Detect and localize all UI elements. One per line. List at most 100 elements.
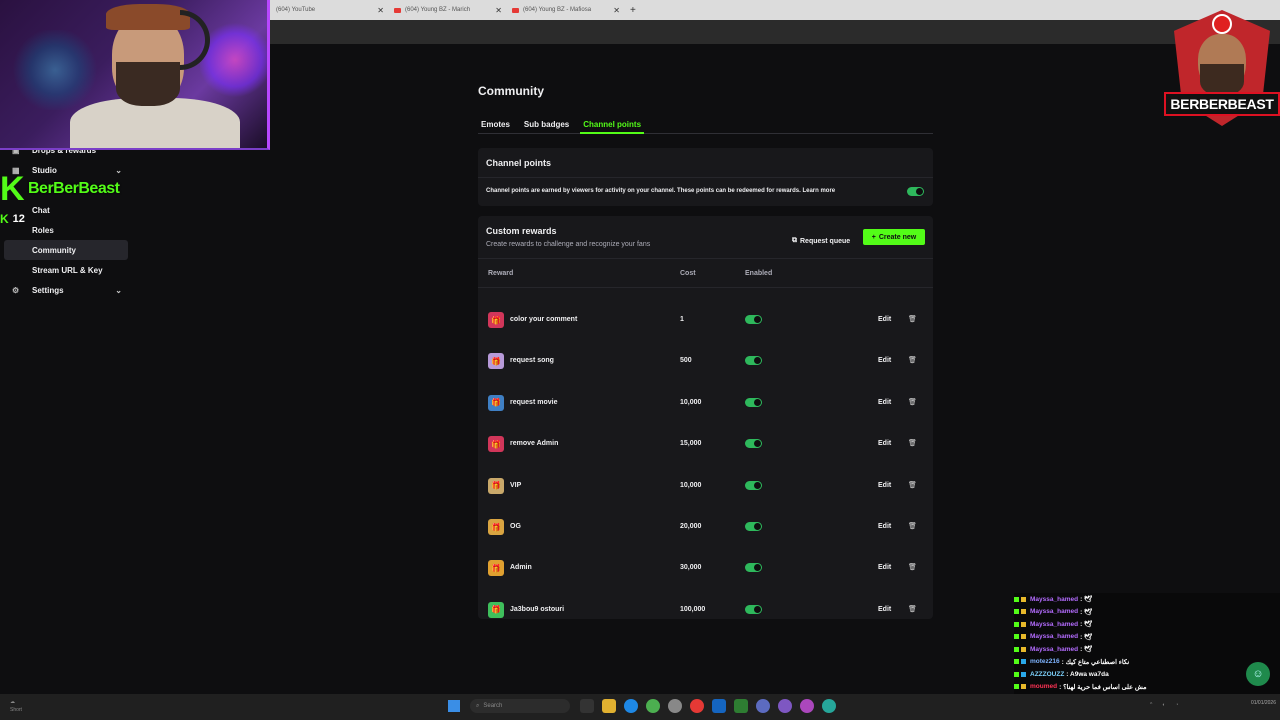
mail-icon[interactable]: [712, 699, 726, 713]
sidebar-item-label: Settings: [32, 285, 64, 295]
sidebar-item-community[interactable]: Community: [4, 240, 128, 260]
reward-row: 🎁 Admin 30,000 Edit 🗑: [478, 548, 933, 589]
reward-gift-icon: 🎁: [488, 601, 504, 618]
chat-message: Mayssa_hamed: 🕊: [1014, 630, 1280, 643]
reward-cost: 500: [680, 357, 692, 365]
app-icon[interactable]: [778, 699, 792, 713]
tab-channel-points[interactable]: Channel points: [580, 116, 645, 134]
logo-banner: BERBERBEAST: [1164, 92, 1280, 116]
reward-enabled-toggle[interactable]: [745, 480, 762, 490]
chevron-up-icon[interactable]: ^: [1150, 702, 1152, 708]
chat-username[interactable]: Mayssa_hamed: [1030, 621, 1078, 628]
badge-icon: [1021, 621, 1026, 627]
chat-username[interactable]: Mayssa_hamed: [1030, 596, 1078, 603]
create-new-label: Create new: [878, 233, 917, 241]
edge-icon[interactable]: [624, 699, 638, 713]
reward-enabled-toggle[interactable]: [745, 563, 762, 573]
reward-enabled-toggle[interactable]: [745, 315, 762, 324]
browser-tab[interactable]: (604) YouTube ✕: [270, 0, 388, 20]
discord-icon[interactable]: [756, 699, 770, 713]
tab-sub-badges[interactable]: Sub badges: [521, 116, 572, 134]
browser-tab[interactable]: (604) Young BZ - Marich ✕: [388, 0, 506, 20]
chat-message: moumed: مش على اساس فما حرية لهنا؟: [1014, 680, 1280, 693]
chat-username[interactable]: Mayssa_hamed: [1030, 633, 1078, 640]
edit-button[interactable]: Edit: [878, 399, 891, 406]
edit-button[interactable]: Edit: [878, 564, 891, 571]
reward-enabled-toggle[interactable]: [745, 356, 762, 366]
chat-message: Mayssa_hamed: 🕊: [1014, 605, 1280, 618]
reward-enabled-toggle[interactable]: [745, 397, 762, 407]
close-icon[interactable]: ✕: [495, 6, 502, 15]
badge-icon: [1014, 646, 1019, 652]
request-queue-button[interactable]: ⧉ Request queue: [792, 233, 850, 249]
edit-button[interactable]: Edit: [878, 606, 891, 613]
chat-text: : A9wa wa7da: [1066, 670, 1109, 678]
reward-enabled-toggle[interactable]: [745, 522, 762, 531]
close-icon[interactable]: ✕: [377, 6, 384, 15]
sidebar-item-settings[interactable]: ⚙ Settings ⌄: [4, 280, 128, 300]
chat-text: : 🕊: [1080, 633, 1093, 641]
page-tabs: Emotes Sub badges Channel points: [478, 116, 933, 134]
folder-icon[interactable]: [602, 699, 616, 713]
trash-icon[interactable]: 🗑: [908, 356, 917, 364]
trash-icon[interactable]: 🗑: [908, 522, 917, 530]
edit-button[interactable]: Edit: [878, 316, 891, 323]
edit-button[interactable]: Edit: [878, 482, 891, 489]
create-new-button[interactable]: + Create new: [863, 229, 925, 245]
taskbar-search[interactable]: ⌕ Search: [470, 699, 570, 713]
chat-username[interactable]: Mayssa_hamed: [1030, 646, 1078, 653]
file-explorer-icon[interactable]: [580, 699, 594, 713]
chat-username[interactable]: AZZZOUZZ: [1030, 671, 1064, 678]
channel-points-card: Channel points Channel points are earned…: [478, 148, 933, 206]
app-icon[interactable]: [690, 699, 704, 713]
trash-icon[interactable]: 🗑: [908, 605, 917, 613]
badge-icon: [1021, 684, 1026, 690]
reward-row: 🎁 Ja3bou9 ostouri 100,000 Edit 🗑: [478, 590, 933, 631]
divider: [478, 258, 933, 259]
reward-gift-icon: 🎁: [488, 477, 504, 494]
channel-points-toggle[interactable]: [907, 187, 924, 196]
chrome-icon[interactable]: [646, 699, 660, 713]
app-icon[interactable]: [734, 699, 748, 713]
chevron-down-icon: ⌄: [115, 285, 122, 295]
app-icon[interactable]: [822, 699, 836, 713]
column-header-enabled: Enabled: [745, 270, 773, 277]
chat-username[interactable]: moumed: [1030, 683, 1057, 690]
trash-icon[interactable]: 🗑: [908, 398, 917, 406]
close-icon[interactable]: ✕: [613, 6, 620, 15]
network-icon[interactable]: ◐: [1162, 702, 1165, 708]
app-icon[interactable]: [800, 699, 814, 713]
volume-icon[interactable]: ◔: [1175, 702, 1178, 708]
edit-button[interactable]: Edit: [878, 523, 891, 530]
reward-enabled-toggle[interactable]: [745, 604, 762, 614]
trash-icon[interactable]: 🗑: [908, 563, 917, 571]
tab-title: (604) Young BZ - Marich: [405, 7, 471, 13]
trash-icon[interactable]: 🗑: [908, 315, 917, 323]
reward-cost: 10,000: [680, 398, 702, 406]
reward-name: Ja3bou9 ostouri: [510, 605, 565, 613]
reward-row: 🎁 request movie 10,000 Edit 🗑: [478, 383, 933, 424]
trash-icon[interactable]: 🗑: [908, 481, 917, 489]
card-title: Custom rewards: [486, 226, 557, 236]
taskbar-clock[interactable]: 01/01/2026: [1236, 700, 1276, 707]
sidebar-item-stream-key[interactable]: Stream URL & Key: [4, 260, 128, 280]
browser-tab[interactable]: (604) Young BZ - Mafiosa ✕: [506, 0, 624, 20]
external-link-icon: ⧉: [792, 237, 797, 244]
edit-button[interactable]: Edit: [878, 357, 891, 364]
badge-icon: [1021, 596, 1026, 602]
windows-taskbar: ☁ Short ⌕ Search ^ ◐ ◔ 01/01/2026: [0, 694, 1280, 720]
support-chat-button[interactable]: ☺: [1246, 662, 1270, 686]
trash-icon[interactable]: 🗑: [908, 439, 917, 447]
chat-username[interactable]: Mayssa_hamed: [1030, 608, 1078, 615]
learn-more-link[interactable]: Learn more: [802, 188, 835, 194]
edit-button[interactable]: Edit: [878, 440, 891, 447]
reward-enabled-toggle[interactable]: [745, 439, 762, 449]
custom-rewards-card: Custom rewards Create rewards to challen…: [478, 216, 933, 619]
windows-start-icon[interactable]: [448, 700, 460, 712]
chat-username[interactable]: motez216: [1030, 658, 1060, 665]
tab-emotes[interactable]: Emotes: [478, 116, 513, 134]
new-tab-button[interactable]: +: [630, 5, 636, 16]
app-icon[interactable]: [668, 699, 682, 713]
chat-message: AZZZOUZZ: A9wa wa7da: [1014, 668, 1280, 681]
weather-widget[interactable]: ☁ Short: [10, 698, 22, 714]
